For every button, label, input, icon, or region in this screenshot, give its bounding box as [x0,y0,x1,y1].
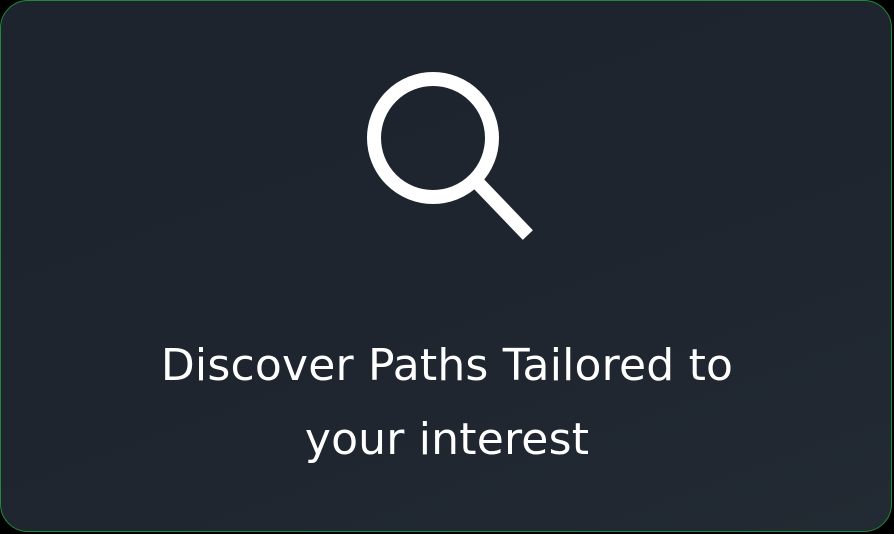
discover-card[interactable]: Discover Paths Tailored to your interest [0,0,892,532]
headline-line-2: your interest [304,414,590,465]
card-headline: Discover Paths Tailored to your interest [1,329,891,477]
headline-line-1: Discover Paths Tailored to [160,340,734,391]
search-icon [359,67,535,243]
